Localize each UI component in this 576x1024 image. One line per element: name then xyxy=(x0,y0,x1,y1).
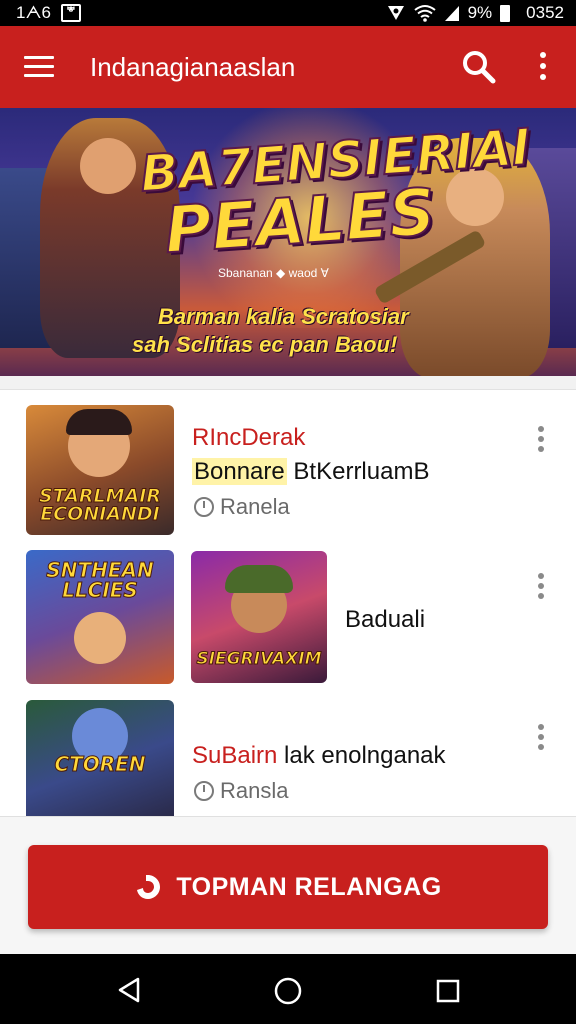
game-thumbnail[interactable]: CTOREN xyxy=(26,700,174,816)
recents-icon[interactable] xyxy=(435,978,461,1004)
primary-cta-button[interactable]: TOPMAN RELANGAG xyxy=(28,845,548,929)
system-nav-bar xyxy=(0,954,576,1024)
item-meta-text: Ransla xyxy=(220,778,289,803)
item-meta: Ranela xyxy=(194,494,290,520)
game-thumbnail[interactable]: STARLMAIR ECONIANDI xyxy=(26,405,174,535)
back-icon[interactable] xyxy=(116,976,142,1004)
game-thumbnail[interactable]: SNTHEAN LLCIES xyxy=(26,550,174,684)
vpn-icon xyxy=(387,6,404,20)
search-icon[interactable] xyxy=(462,50,496,84)
item-title: Baduali xyxy=(345,606,426,633)
item-title-red: SuBairn xyxy=(192,742,278,769)
promo-banner[interactable]: BA7ENSIERIAI PEALES Sbananan ◆ waod ∀ Ba… xyxy=(0,108,576,376)
banner-headline-line2: PEALES xyxy=(161,175,438,270)
banner-headline: BA7ENSIERIAI PEALES xyxy=(137,117,533,269)
thumbnail-caption: STARLMAIR ECONIANDI xyxy=(39,485,162,525)
cta-label: TOPMAN RELANGAG xyxy=(176,872,442,901)
item-subtitle-line: Bonnare BtKerrluamB xyxy=(192,458,429,486)
app-bar: Indanagianaaslan xyxy=(0,26,576,108)
status-time-left: 1ᗅ6 xyxy=(16,3,51,22)
thumbnail-caption: SNTHEAN LLCIES xyxy=(46,558,154,602)
battery-icon xyxy=(500,4,511,22)
item-title-rest: lak enolnganak xyxy=(277,742,446,769)
more-vert-icon[interactable] xyxy=(538,52,548,82)
clock-icon xyxy=(194,781,214,801)
signal-icon xyxy=(444,6,459,21)
item-more-icon[interactable] xyxy=(537,426,545,454)
item-more-icon[interactable] xyxy=(537,724,545,752)
banner-sub-badge: Sbananan ◆ waod ∀ xyxy=(218,266,329,280)
item-meta: Ransla xyxy=(194,778,288,804)
status-clock: 0352 xyxy=(526,3,564,22)
game-thumbnail-secondary[interactable]: SIEGRIVAXIM xyxy=(191,551,327,683)
banner-tagline-line1: Barman kalia Scratosiar xyxy=(158,304,409,329)
badge-icon xyxy=(137,875,161,899)
banner-tagline-line2: sah Sclitias ec pan Baou! xyxy=(132,332,398,357)
item-title-rest: BtKerrluamB xyxy=(286,458,430,485)
highlight-tag: Bonnare xyxy=(192,458,287,485)
home-icon[interactable] xyxy=(273,976,303,1006)
item-meta-text: Ranela xyxy=(220,494,290,519)
item-title: SuBairn lak enolnganak xyxy=(192,742,446,770)
thumbnail-caption: SIEGRIVAXIM xyxy=(196,649,322,670)
status-bar: 1ᗅ6 ᄬ 9% 0352 xyxy=(0,0,576,26)
app-title: Indanagianaaslan xyxy=(90,52,296,82)
notification-icon: ᄬ xyxy=(60,4,81,22)
battery-percent: 9% xyxy=(467,3,493,22)
thumbnail-caption: CTOREN xyxy=(54,752,146,777)
clock-icon xyxy=(194,497,214,517)
item-more-icon[interactable] xyxy=(537,573,545,601)
menu-icon[interactable] xyxy=(24,56,54,78)
item-title: RIncDerak xyxy=(192,424,306,451)
wifi-icon xyxy=(413,5,436,22)
section-divider xyxy=(0,376,576,390)
